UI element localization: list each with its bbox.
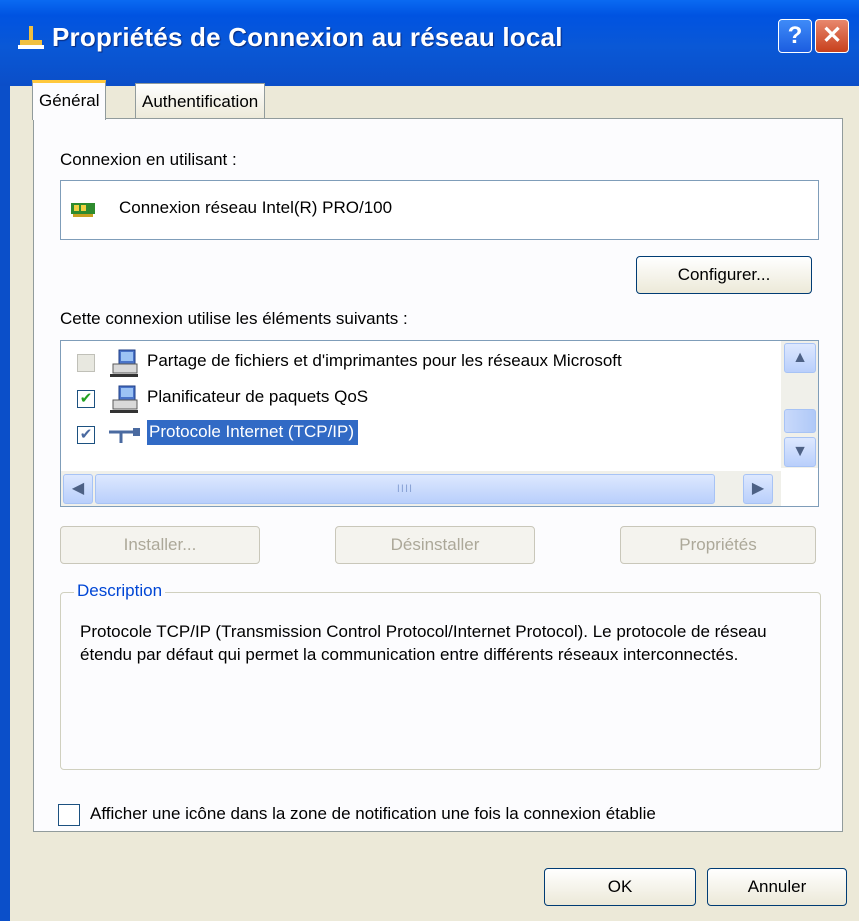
list-item[interactable]: ✔ Planificateur de paquets QoS	[61, 381, 781, 417]
scroll-thumb[interactable]	[784, 409, 816, 433]
chevron-left-icon: ◀	[71, 480, 85, 497]
components-list[interactable]: Partage de fichiers et d'imprimantes pou…	[60, 340, 819, 507]
configure-button[interactable]: Configurer...	[636, 256, 812, 294]
scroll-right-button[interactable]: ▶	[743, 474, 773, 504]
component-checkbox[interactable]: ✔	[77, 426, 95, 444]
scroll-down-button[interactable]: ▼	[784, 437, 816, 467]
description-legend: Description	[74, 581, 166, 601]
horizontal-scrollbar[interactable]: ◀ IIII ▶	[61, 471, 781, 506]
component-label: Partage de fichiers et d'imprimantes pou…	[147, 351, 622, 370]
component-label-selected: Protocole Internet (TCP/IP)	[147, 420, 359, 445]
network-card-icon	[71, 203, 95, 217]
protocol-icon	[109, 428, 140, 443]
scroll-up-button[interactable]: ▲	[784, 343, 816, 373]
scroll-left-button[interactable]: ◀	[63, 474, 93, 504]
components-label: Cette connexion utilise les éléments sui…	[60, 309, 408, 328]
notify-checkbox[interactable]	[58, 804, 80, 826]
horizontal-scroll-thumb[interactable]: IIII	[95, 474, 715, 504]
list-item[interactable]: ✔ Protocole Internet (TCP/IP)	[61, 417, 781, 453]
vertical-scrollbar[interactable]: ▲ ▼	[781, 341, 818, 468]
install-button[interactable]: Installer...	[60, 526, 260, 564]
chevron-down-icon: ▼	[792, 443, 808, 460]
adapter-field: Connexion réseau Intel(R) PRO/100	[60, 180, 819, 240]
chevron-up-icon: ▲	[792, 349, 808, 366]
uninstall-button[interactable]: Désinstaller	[335, 526, 535, 564]
cancel-button[interactable]: Annuler	[707, 868, 847, 906]
adapter-name: Connexion réseau Intel(R) PRO/100	[119, 198, 393, 217]
description-text: Protocole TCP/IP (Transmission Control P…	[80, 622, 767, 664]
component-checkbox[interactable]: ✔	[77, 390, 95, 408]
network-computer-icon	[110, 349, 138, 377]
list-item[interactable]: Partage de fichiers et d'imprimantes pou…	[61, 345, 781, 381]
component-label: Planificateur de paquets QoS	[147, 387, 369, 406]
component-checkbox[interactable]	[77, 354, 95, 372]
connect-using-label: Connexion en utilisant :	[60, 150, 237, 169]
description-group	[60, 592, 821, 770]
ok-button[interactable]: OK	[544, 868, 696, 906]
notify-checkbox-label[interactable]: Afficher une icône dans la zone de notif…	[90, 804, 656, 824]
properties-button[interactable]: Propriétés	[620, 526, 816, 564]
network-computer-icon	[110, 385, 138, 413]
chevron-right-icon: ▶	[751, 480, 765, 497]
